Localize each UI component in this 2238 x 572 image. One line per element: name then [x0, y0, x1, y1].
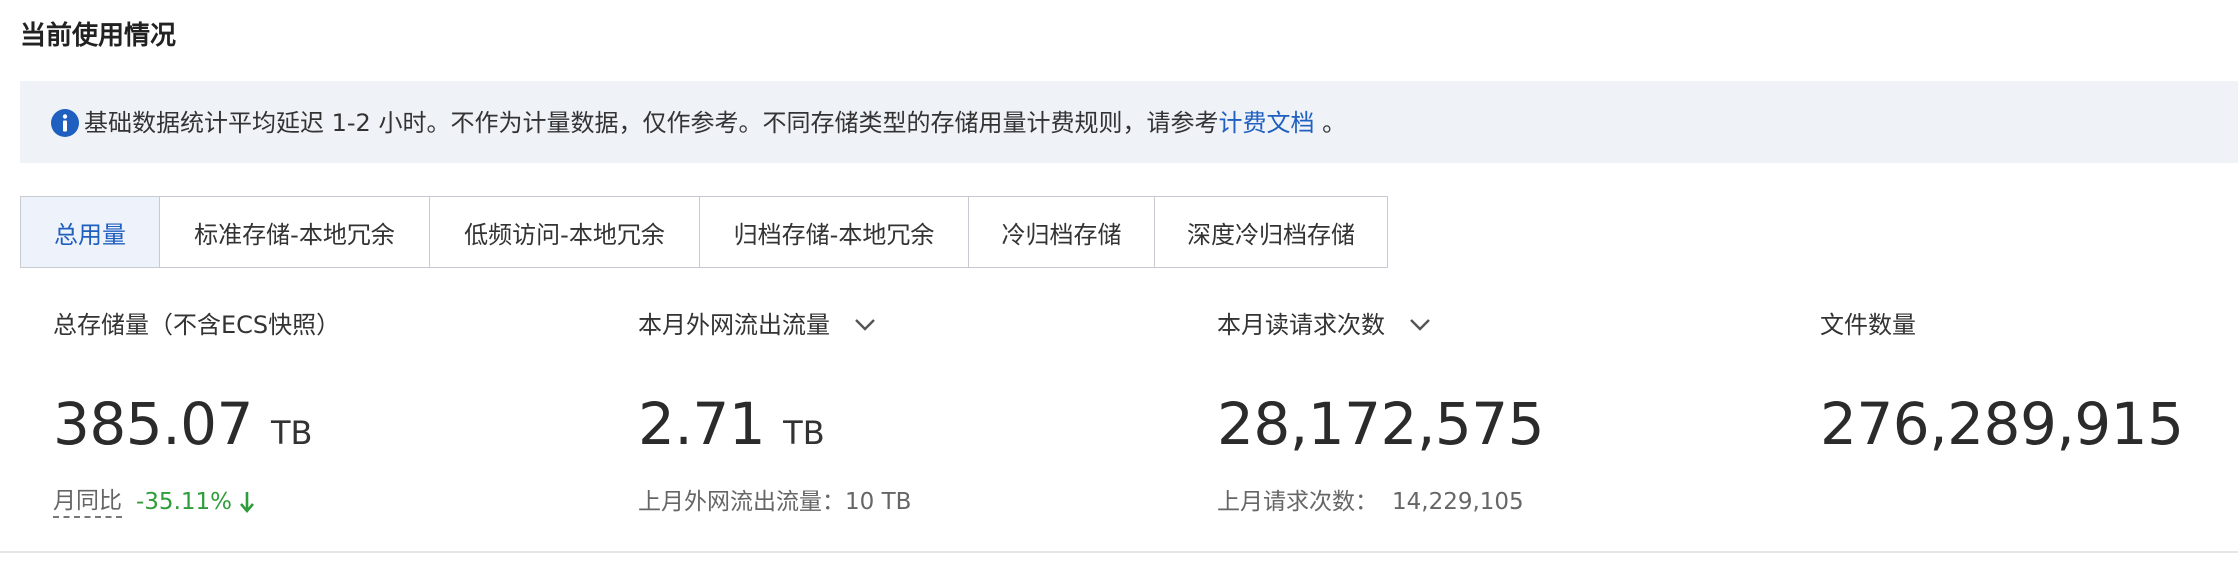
requests-prev-label: 上月请求次数：: [1217, 489, 1378, 515]
storage-value: 385.07: [53, 390, 253, 458]
notice-message: 基础数据统计平均延迟 1-2 小时。不作为计量数据，仅作参考。不同存储类型的存储…: [84, 109, 1219, 137]
chevron-down-icon[interactable]: [1407, 312, 1433, 338]
tab-total-usage[interactable]: 总用量: [21, 197, 160, 267]
info-icon: [51, 109, 79, 137]
egress-label: 本月外网流出流量: [638, 311, 830, 339]
egress-metric: 本月外网流出流量 2.71 TB 上月外网流出流量： 10 TB: [638, 300, 911, 515]
requests-metric: 本月读请求次数 28,172,575 上月请求次数： 14,229,105: [1217, 300, 1545, 515]
requests-value: 28,172,575: [1217, 390, 1545, 458]
requests-prev-value: 14,229,105: [1392, 489, 1524, 515]
arrow-down-icon: [240, 492, 254, 513]
tab-standard-lrs[interactable]: 标准存储-本地冗余: [160, 197, 430, 267]
notice-text: 基础数据统计平均延迟 1-2 小时。不作为计量数据，仅作参考。不同存储类型的存储…: [84, 104, 1346, 142]
storage-type-tabs: 总用量 标准存储-本地冗余 低频访问-本地冗余 归档存储-本地冗余 冷归档存储 …: [20, 196, 1388, 268]
month-over-month-label[interactable]: 月同比: [53, 486, 122, 518]
info-notice: 基础数据统计平均延迟 1-2 小时。不作为计量数据，仅作参考。不同存储类型的存储…: [20, 81, 2238, 163]
files-value: 276,289,915: [1820, 390, 2184, 458]
egress-prev-value: 10 TB: [845, 489, 912, 515]
tab-archive-lrs[interactable]: 归档存储-本地冗余: [700, 197, 969, 267]
billing-docs-link[interactable]: 计费文档: [1218, 109, 1314, 137]
egress-value: 2.71: [638, 390, 766, 458]
files-label: 文件数量: [1820, 311, 1916, 339]
requests-label: 本月读请求次数: [1217, 311, 1385, 339]
divider: [0, 551, 2238, 553]
tab-cold-archive[interactable]: 冷归档存储: [969, 197, 1155, 267]
storage-label: 总存储量（不含ECS快照）: [53, 311, 341, 339]
chevron-down-icon[interactable]: [852, 312, 878, 338]
requests-previous: 上月请求次数： 14,229,105: [1217, 482, 1524, 522]
month-over-month-value: -35.11%: [136, 489, 232, 515]
storage-unit: TB: [270, 414, 313, 452]
tab-ia-lrs[interactable]: 低频访问-本地冗余: [430, 197, 700, 267]
tab-deep-cold-archive[interactable]: 深度冷归档存储: [1155, 197, 1387, 267]
section-title: 当前使用情况: [20, 21, 177, 51]
notice-suffix: 。: [1314, 109, 1347, 137]
storage-metric: 总存储量（不含ECS快照） 385.07 TB 月同比 -35.11%: [53, 300, 341, 518]
files-metric: 文件数量 276,289,915: [1820, 300, 2184, 460]
egress-unit: TB: [783, 414, 825, 452]
egress-previous: 上月外网流出流量： 10 TB: [638, 482, 911, 522]
storage-compare: 月同比 -35.11%: [53, 482, 256, 522]
egress-prev-label: 上月外网流出流量：: [638, 489, 845, 515]
